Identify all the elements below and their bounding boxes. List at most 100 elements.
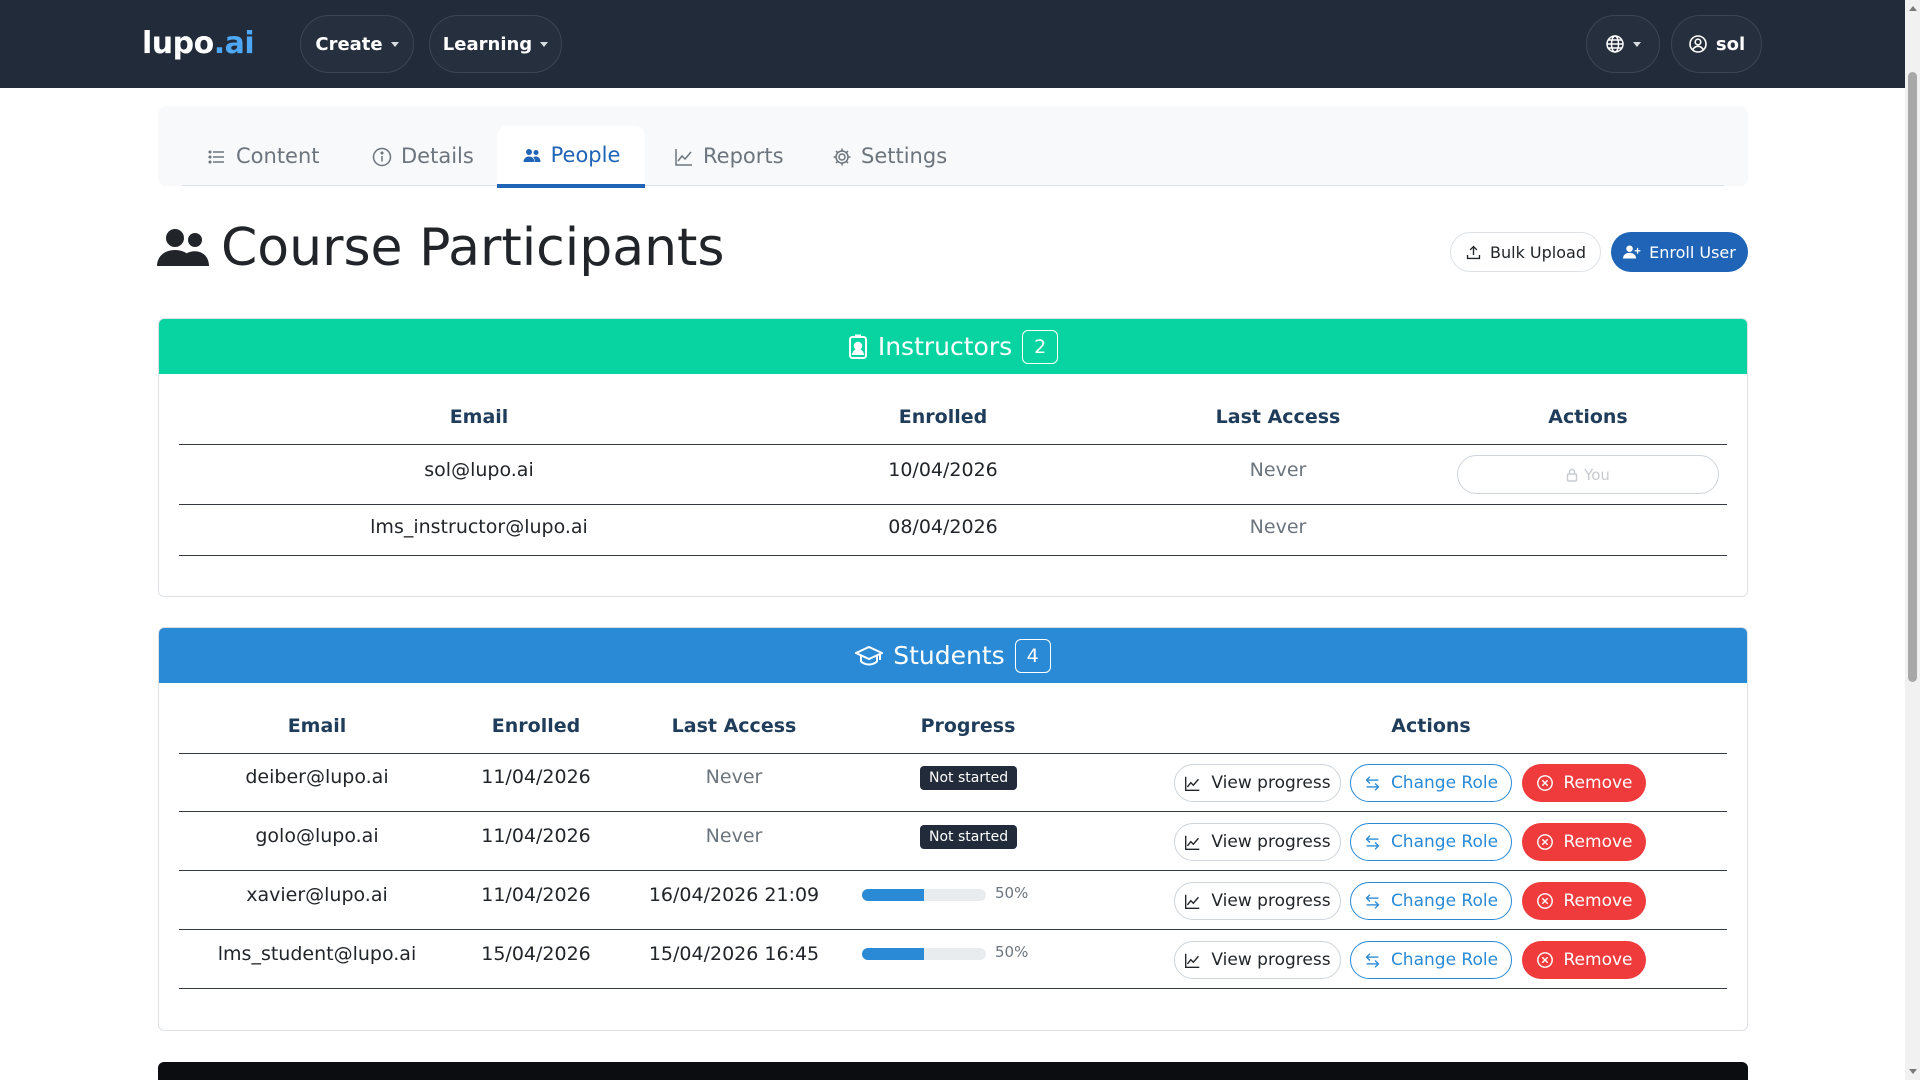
create-menu-button[interactable]: Create	[300, 15, 414, 73]
remove-button[interactable]: Remove	[1522, 941, 1646, 979]
page-scrollbar[interactable]	[1905, 0, 1920, 1080]
cell-email: lms_student@lupo.ai	[217, 943, 417, 965]
cell-enrolled: 08/04/2026	[888, 516, 998, 538]
scroll-down-icon[interactable]	[1909, 1069, 1917, 1074]
view-progress-button[interactable]: View progress	[1174, 823, 1341, 861]
page-title: Course Participants	[221, 218, 725, 278]
upload-icon	[1466, 245, 1481, 259]
cell-enrolled: 11/04/2026	[481, 825, 591, 847]
students-card: Students 4 Email Enrolled Last Access Pr…	[158, 627, 1748, 1031]
cell-email: deiber@lupo.ai	[245, 766, 389, 788]
scrollbar-thumb[interactable]	[1908, 72, 1917, 682]
tab-people[interactable]: People	[497, 126, 645, 188]
view-progress-button[interactable]: View progress	[1174, 882, 1341, 920]
chevron-down-icon	[540, 41, 549, 47]
change-role-label: Change Role	[1390, 832, 1499, 852]
learning-menu-button[interactable]: Learning	[429, 15, 562, 73]
cell-email: xavier@lupo.ai	[246, 884, 388, 906]
progress-percent: 50%	[995, 943, 1029, 961]
chart-icon	[1185, 776, 1200, 791]
remove-button[interactable]: Remove	[1522, 882, 1646, 920]
chart-icon	[1185, 953, 1200, 968]
chevron-down-icon	[1633, 41, 1641, 47]
students-title: Students	[893, 641, 1005, 670]
swap-icon	[1365, 775, 1380, 791]
lock-icon	[1566, 468, 1578, 482]
cell-last-access: 15/04/2026 16:45	[648, 943, 820, 965]
change-role-button[interactable]: Change Role	[1350, 882, 1512, 920]
brand-logo[interactable]: lupo.ai	[142, 26, 255, 61]
x-circle-icon	[1536, 952, 1553, 968]
graduation-cap-icon	[855, 645, 884, 666]
students-count-badge: 4	[1014, 638, 1051, 673]
column-header-email: Email	[287, 715, 347, 737]
column-header-actions: Actions	[1391, 715, 1471, 737]
remove-label: Remove	[1563, 832, 1633, 852]
next-section-header	[158, 1062, 1748, 1080]
language-menu-button[interactable]	[1586, 15, 1660, 73]
you-label: You	[1584, 465, 1610, 484]
column-header-actions: Actions	[1548, 406, 1628, 428]
gear-icon	[833, 148, 851, 166]
create-menu-label: Create	[315, 33, 383, 55]
progress-bar	[862, 948, 986, 960]
x-circle-icon	[1536, 834, 1553, 850]
instructors-header: Instructors 2	[159, 319, 1747, 374]
students-header: Students 4	[159, 628, 1747, 683]
remove-button[interactable]: Remove	[1522, 764, 1646, 802]
column-header-last-access: Last Access	[1215, 406, 1341, 428]
globe-icon	[1606, 35, 1624, 53]
tab-details[interactable]: Details	[372, 127, 474, 185]
bulk-upload-button[interactable]: Bulk Upload	[1450, 232, 1601, 272]
x-circle-icon	[1536, 775, 1553, 791]
students-table: Email Enrolled Last Access Progress Acti…	[179, 683, 1727, 1013]
you-disabled-button: You	[1457, 455, 1719, 494]
tab-content-label: Content	[236, 144, 320, 168]
user-plus-icon	[1623, 245, 1641, 259]
tab-settings[interactable]: Settings	[832, 127, 947, 185]
swap-icon	[1365, 834, 1380, 850]
tab-details-label: Details	[401, 144, 474, 168]
info-icon	[372, 147, 392, 167]
user-name-label: sol	[1715, 33, 1746, 55]
learning-menu-label: Learning	[442, 33, 533, 55]
id-badge-icon	[848, 334, 867, 359]
view-progress-button[interactable]: View progress	[1174, 941, 1341, 979]
cell-email: lms_instructor@lupo.ai	[370, 516, 588, 538]
view-progress-label: View progress	[1211, 832, 1331, 852]
tab-content[interactable]: Content	[207, 127, 320, 185]
user-menu-button[interactable]: sol	[1671, 15, 1762, 73]
change-role-button[interactable]: Change Role	[1350, 941, 1512, 979]
change-role-label: Change Role	[1390, 950, 1499, 970]
table-row: golo@lupo.ai 11/04/2026 Never Not starte…	[179, 812, 1727, 871]
tab-reports[interactable]: Reports	[674, 127, 784, 185]
users-icon	[157, 229, 209, 266]
column-header-enrolled: Enrolled	[898, 406, 988, 428]
cell-enrolled: 10/04/2026	[888, 459, 998, 481]
cell-email: golo@lupo.ai	[255, 825, 379, 847]
column-header-last-access: Last Access	[671, 715, 797, 737]
table-row: lms_student@lupo.ai 15/04/2026 15/04/202…	[179, 930, 1727, 989]
change-role-button[interactable]: Change Role	[1350, 764, 1512, 802]
enroll-user-button[interactable]: Enroll User	[1611, 232, 1748, 272]
column-header-progress: Progress	[920, 715, 1016, 737]
tab-reports-label: Reports	[703, 144, 784, 168]
status-badge: Not started	[920, 825, 1018, 849]
tab-settings-label: Settings	[861, 144, 948, 168]
enroll-user-label: Enroll User	[1649, 242, 1736, 262]
view-progress-label: View progress	[1211, 891, 1331, 911]
status-badge: Not started	[920, 766, 1018, 790]
table-row: deiber@lupo.ai 11/04/2026 Never Not star…	[179, 753, 1727, 812]
x-circle-icon	[1536, 893, 1553, 909]
chart-icon	[1185, 894, 1200, 909]
instructors-title: Instructors	[877, 332, 1013, 361]
remove-button[interactable]: Remove	[1522, 823, 1646, 861]
change-role-button[interactable]: Change Role	[1350, 823, 1512, 861]
scroll-up-icon[interactable]	[1909, 6, 1917, 11]
table-row: lms_instructor@lupo.ai 08/04/2026 Never	[179, 505, 1727, 556]
column-header-enrolled: Enrolled	[491, 715, 581, 737]
cell-last-access: Never	[1249, 516, 1307, 538]
remove-label: Remove	[1563, 773, 1633, 793]
chart-icon	[675, 149, 692, 166]
view-progress-button[interactable]: View progress	[1174, 764, 1341, 802]
